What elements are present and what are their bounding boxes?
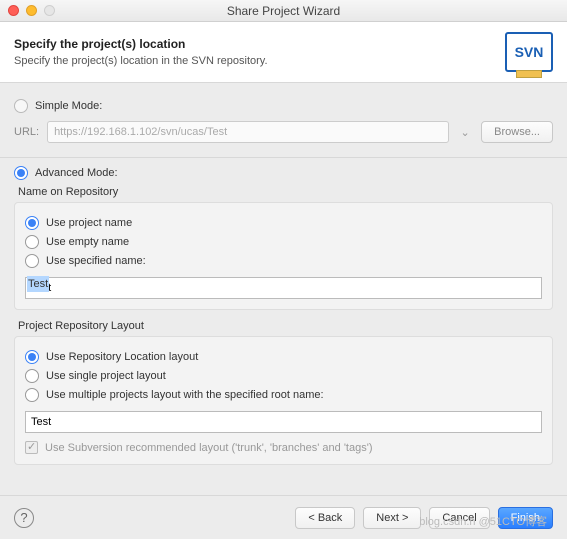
name-group-title: Name on Repository xyxy=(18,186,553,198)
next-button[interactable]: Next > xyxy=(363,507,421,529)
use-multiple-layout-label: Use multiple projects layout with the sp… xyxy=(46,389,324,401)
recommended-layout-label: Use Subversion recommended layout ('trun… xyxy=(45,442,373,454)
use-project-name-label: Use project name xyxy=(46,217,132,229)
recommended-layout-checkbox xyxy=(25,441,38,454)
page-title: Specify the project(s) location xyxy=(14,37,268,51)
close-icon[interactable] xyxy=(8,5,19,16)
use-specified-name-label: Use specified name: xyxy=(46,255,146,267)
window-controls xyxy=(8,5,55,16)
browse-button: Browse... xyxy=(481,121,553,143)
advanced-mode-label: Advanced Mode: xyxy=(35,167,118,179)
use-location-layout-radio[interactable] xyxy=(25,350,39,364)
use-project-name-radio[interactable] xyxy=(25,216,39,230)
use-multiple-layout-radio[interactable] xyxy=(25,388,39,402)
simple-mode-radio[interactable] xyxy=(14,99,28,113)
divider xyxy=(0,157,567,158)
layout-group: Use Repository Location layout Use singl… xyxy=(14,336,553,465)
minimize-icon[interactable] xyxy=(26,5,37,16)
wizard-footer: ? < Back Next > Cancel Finish xyxy=(0,495,567,539)
window-title: Share Project Wizard xyxy=(0,4,567,18)
help-icon[interactable]: ? xyxy=(14,508,34,528)
url-input xyxy=(47,121,449,143)
use-location-layout-label: Use Repository Location layout xyxy=(46,351,198,363)
titlebar: Share Project Wizard xyxy=(0,0,567,22)
svn-logo-icon: SVN xyxy=(505,32,553,72)
advanced-mode-radio[interactable] xyxy=(14,166,28,180)
use-single-layout-radio[interactable] xyxy=(25,369,39,383)
use-specified-name-radio[interactable] xyxy=(25,254,39,268)
cancel-button[interactable]: Cancel xyxy=(429,507,489,529)
layout-group-title: Project Repository Layout xyxy=(18,320,553,332)
chevron-down-icon: ⌄ xyxy=(457,126,473,139)
use-empty-name-label: Use empty name xyxy=(46,236,129,248)
use-empty-name-radio[interactable] xyxy=(25,235,39,249)
finish-button[interactable]: Finish xyxy=(498,507,553,529)
page-subtitle: Specify the project(s) location in the S… xyxy=(14,55,268,67)
name-group: Use project name Use empty name Use spec… xyxy=(14,202,553,310)
use-single-layout-label: Use single project layout xyxy=(46,370,166,382)
simple-mode-label: Simple Mode: xyxy=(35,100,102,112)
specified-name-input[interactable] xyxy=(25,277,542,299)
root-name-input[interactable] xyxy=(25,411,542,433)
zoom-icon xyxy=(44,5,55,16)
back-button[interactable]: < Back xyxy=(295,507,355,529)
url-label: URL: xyxy=(14,126,39,138)
wizard-header: Specify the project(s) location Specify … xyxy=(0,22,567,83)
